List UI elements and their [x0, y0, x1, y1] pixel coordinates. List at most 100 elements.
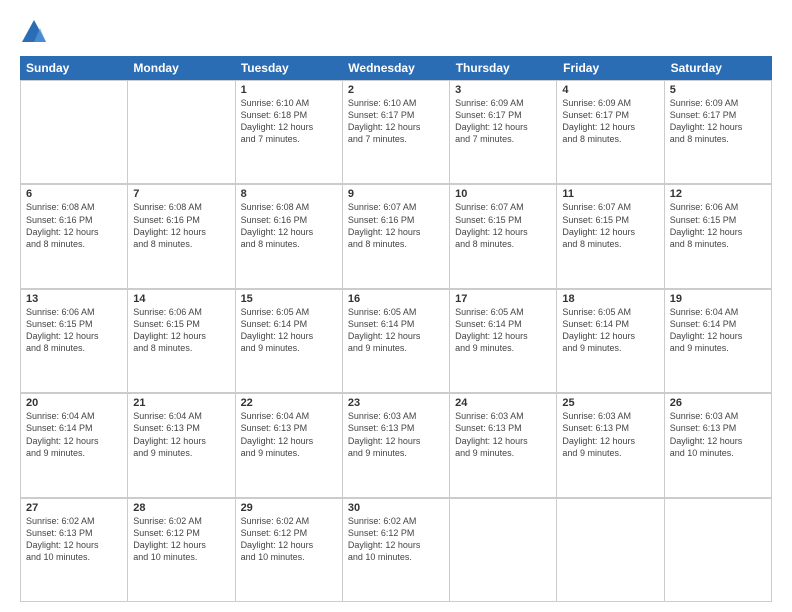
day-number: 13: [26, 293, 122, 305]
calendar-cell-3-5: 25Sunrise: 6:03 AM Sunset: 6:13 PM Dayli…: [557, 394, 664, 497]
logo: [20, 18, 52, 46]
cell-daylight-info: Sunrise: 6:05 AM Sunset: 6:14 PM Dayligh…: [562, 306, 658, 355]
cell-daylight-info: Sunrise: 6:05 AM Sunset: 6:14 PM Dayligh…: [241, 306, 337, 355]
cell-daylight-info: Sunrise: 6:09 AM Sunset: 6:17 PM Dayligh…: [455, 97, 551, 146]
cell-daylight-info: Sunrise: 6:07 AM Sunset: 6:16 PM Dayligh…: [348, 201, 444, 250]
calendar-cell-4-0: 27Sunrise: 6:02 AM Sunset: 6:13 PM Dayli…: [21, 499, 128, 602]
cell-daylight-info: Sunrise: 6:02 AM Sunset: 6:12 PM Dayligh…: [133, 515, 229, 564]
calendar-cell-4-6: [665, 499, 772, 602]
cell-daylight-info: Sunrise: 6:08 AM Sunset: 6:16 PM Dayligh…: [26, 201, 122, 250]
calendar-body: 1Sunrise: 6:10 AM Sunset: 6:18 PM Daylig…: [20, 80, 772, 602]
cell-daylight-info: Sunrise: 6:04 AM Sunset: 6:14 PM Dayligh…: [670, 306, 766, 355]
calendar-cell-3-0: 20Sunrise: 6:04 AM Sunset: 6:14 PM Dayli…: [21, 394, 128, 497]
day-number: 30: [348, 502, 444, 514]
day-number: 17: [455, 293, 551, 305]
day-number: 18: [562, 293, 658, 305]
day-number: 4: [562, 84, 658, 96]
calendar-cell-0-3: 2Sunrise: 6:10 AM Sunset: 6:17 PM Daylig…: [343, 81, 450, 184]
cell-daylight-info: Sunrise: 6:04 AM Sunset: 6:13 PM Dayligh…: [241, 410, 337, 459]
day-number: 15: [241, 293, 337, 305]
calendar-cell-3-1: 21Sunrise: 6:04 AM Sunset: 6:13 PM Dayli…: [128, 394, 235, 497]
day-number: 23: [348, 397, 444, 409]
calendar-cell-0-2: 1Sunrise: 6:10 AM Sunset: 6:18 PM Daylig…: [236, 81, 343, 184]
cell-daylight-info: Sunrise: 6:05 AM Sunset: 6:14 PM Dayligh…: [348, 306, 444, 355]
day-number: 21: [133, 397, 229, 409]
cell-daylight-info: Sunrise: 6:04 AM Sunset: 6:13 PM Dayligh…: [133, 410, 229, 459]
calendar-cell-4-5: [557, 499, 664, 602]
day-number: 3: [455, 84, 551, 96]
cell-daylight-info: Sunrise: 6:07 AM Sunset: 6:15 PM Dayligh…: [455, 201, 551, 250]
day-number: 28: [133, 502, 229, 514]
day-number: 19: [670, 293, 766, 305]
day-number: 2: [348, 84, 444, 96]
cell-daylight-info: Sunrise: 6:04 AM Sunset: 6:14 PM Dayligh…: [26, 410, 122, 459]
cell-daylight-info: Sunrise: 6:05 AM Sunset: 6:14 PM Dayligh…: [455, 306, 551, 355]
calendar-row-3: 20Sunrise: 6:04 AM Sunset: 6:14 PM Dayli…: [20, 393, 772, 497]
calendar-cell-4-3: 30Sunrise: 6:02 AM Sunset: 6:12 PM Dayli…: [343, 499, 450, 602]
calendar-cell-3-6: 26Sunrise: 6:03 AM Sunset: 6:13 PM Dayli…: [665, 394, 772, 497]
day-number: 27: [26, 502, 122, 514]
calendar-cell-1-5: 11Sunrise: 6:07 AM Sunset: 6:15 PM Dayli…: [557, 185, 664, 288]
day-number: 9: [348, 188, 444, 200]
calendar: SundayMondayTuesdayWednesdayThursdayFrid…: [20, 56, 772, 602]
day-number: 24: [455, 397, 551, 409]
cell-daylight-info: Sunrise: 6:06 AM Sunset: 6:15 PM Dayligh…: [133, 306, 229, 355]
calendar-cell-4-4: [450, 499, 557, 602]
cell-daylight-info: Sunrise: 6:02 AM Sunset: 6:13 PM Dayligh…: [26, 515, 122, 564]
cell-daylight-info: Sunrise: 6:08 AM Sunset: 6:16 PM Dayligh…: [241, 201, 337, 250]
header: [20, 18, 772, 46]
day-number: 8: [241, 188, 337, 200]
calendar-cell-0-0: [21, 81, 128, 184]
day-number: 11: [562, 188, 658, 200]
day-number: 20: [26, 397, 122, 409]
calendar-cell-0-5: 4Sunrise: 6:09 AM Sunset: 6:17 PM Daylig…: [557, 81, 664, 184]
cell-daylight-info: Sunrise: 6:02 AM Sunset: 6:12 PM Dayligh…: [348, 515, 444, 564]
calendar-cell-3-4: 24Sunrise: 6:03 AM Sunset: 6:13 PM Dayli…: [450, 394, 557, 497]
calendar-cell-0-4: 3Sunrise: 6:09 AM Sunset: 6:17 PM Daylig…: [450, 81, 557, 184]
cell-daylight-info: Sunrise: 6:06 AM Sunset: 6:15 PM Dayligh…: [26, 306, 122, 355]
cell-daylight-info: Sunrise: 6:06 AM Sunset: 6:15 PM Dayligh…: [670, 201, 766, 250]
calendar-cell-1-2: 8Sunrise: 6:08 AM Sunset: 6:16 PM Daylig…: [236, 185, 343, 288]
cell-daylight-info: Sunrise: 6:09 AM Sunset: 6:17 PM Dayligh…: [562, 97, 658, 146]
cell-daylight-info: Sunrise: 6:09 AM Sunset: 6:17 PM Dayligh…: [670, 97, 766, 146]
cell-daylight-info: Sunrise: 6:10 AM Sunset: 6:17 PM Dayligh…: [348, 97, 444, 146]
calendar-cell-2-4: 17Sunrise: 6:05 AM Sunset: 6:14 PM Dayli…: [450, 290, 557, 393]
calendar-cell-4-2: 29Sunrise: 6:02 AM Sunset: 6:12 PM Dayli…: [236, 499, 343, 602]
calendar-cell-0-1: [128, 81, 235, 184]
weekday-header-monday: Monday: [127, 56, 234, 80]
day-number: 10: [455, 188, 551, 200]
calendar-row-1: 6Sunrise: 6:08 AM Sunset: 6:16 PM Daylig…: [20, 184, 772, 288]
cell-daylight-info: Sunrise: 6:03 AM Sunset: 6:13 PM Dayligh…: [348, 410, 444, 459]
calendar-cell-2-6: 19Sunrise: 6:04 AM Sunset: 6:14 PM Dayli…: [665, 290, 772, 393]
calendar-cell-2-5: 18Sunrise: 6:05 AM Sunset: 6:14 PM Dayli…: [557, 290, 664, 393]
calendar-cell-2-2: 15Sunrise: 6:05 AM Sunset: 6:14 PM Dayli…: [236, 290, 343, 393]
cell-daylight-info: Sunrise: 6:08 AM Sunset: 6:16 PM Dayligh…: [133, 201, 229, 250]
calendar-cell-1-4: 10Sunrise: 6:07 AM Sunset: 6:15 PM Dayli…: [450, 185, 557, 288]
calendar-cell-1-0: 6Sunrise: 6:08 AM Sunset: 6:16 PM Daylig…: [21, 185, 128, 288]
day-number: 1: [241, 84, 337, 96]
cell-daylight-info: Sunrise: 6:03 AM Sunset: 6:13 PM Dayligh…: [670, 410, 766, 459]
calendar-cell-1-6: 12Sunrise: 6:06 AM Sunset: 6:15 PM Dayli…: [665, 185, 772, 288]
calendar-cell-1-1: 7Sunrise: 6:08 AM Sunset: 6:16 PM Daylig…: [128, 185, 235, 288]
calendar-cell-4-1: 28Sunrise: 6:02 AM Sunset: 6:12 PM Dayli…: [128, 499, 235, 602]
day-number: 12: [670, 188, 766, 200]
logo-icon: [20, 18, 48, 46]
calendar-row-4: 27Sunrise: 6:02 AM Sunset: 6:13 PM Dayli…: [20, 498, 772, 602]
calendar-cell-2-1: 14Sunrise: 6:06 AM Sunset: 6:15 PM Dayli…: [128, 290, 235, 393]
weekday-header-saturday: Saturday: [665, 56, 772, 80]
weekday-header-thursday: Thursday: [450, 56, 557, 80]
calendar-cell-1-3: 9Sunrise: 6:07 AM Sunset: 6:16 PM Daylig…: [343, 185, 450, 288]
calendar-header-row: SundayMondayTuesdayWednesdayThursdayFrid…: [20, 56, 772, 80]
calendar-cell-2-0: 13Sunrise: 6:06 AM Sunset: 6:15 PM Dayli…: [21, 290, 128, 393]
weekday-header-friday: Friday: [557, 56, 664, 80]
cell-daylight-info: Sunrise: 6:03 AM Sunset: 6:13 PM Dayligh…: [562, 410, 658, 459]
weekday-header-sunday: Sunday: [20, 56, 127, 80]
day-number: 22: [241, 397, 337, 409]
day-number: 29: [241, 502, 337, 514]
calendar-cell-0-6: 5Sunrise: 6:09 AM Sunset: 6:17 PM Daylig…: [665, 81, 772, 184]
calendar-row-0: 1Sunrise: 6:10 AM Sunset: 6:18 PM Daylig…: [20, 80, 772, 184]
weekday-header-tuesday: Tuesday: [235, 56, 342, 80]
calendar-cell-2-3: 16Sunrise: 6:05 AM Sunset: 6:14 PM Dayli…: [343, 290, 450, 393]
calendar-cell-3-2: 22Sunrise: 6:04 AM Sunset: 6:13 PM Dayli…: [236, 394, 343, 497]
weekday-header-wednesday: Wednesday: [342, 56, 449, 80]
